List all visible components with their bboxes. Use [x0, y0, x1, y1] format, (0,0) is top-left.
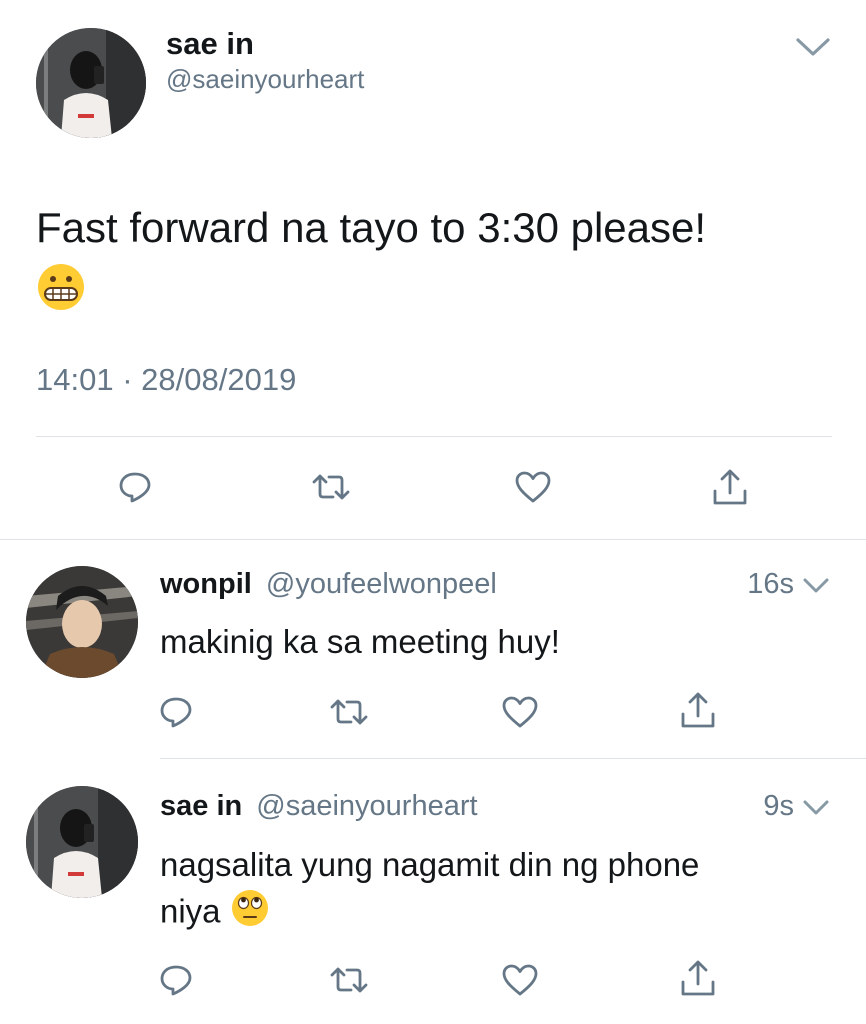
like-icon	[502, 696, 538, 728]
reply-icon	[160, 965, 192, 996]
like-icon	[502, 964, 538, 996]
avatar-image	[36, 28, 146, 138]
divider	[0, 539, 866, 540]
reply-text-line: nagsalita yung nagamit din ng phone	[160, 846, 700, 883]
avatar-image	[26, 786, 138, 898]
like-button[interactable]	[498, 690, 542, 734]
reply-time[interactable]: 16s	[738, 568, 794, 601]
reply-icon	[160, 697, 192, 728]
share-button[interactable]	[676, 688, 720, 732]
timestamp-separator: ·	[122, 362, 133, 397]
reply-author-name[interactable]: sae in	[160, 790, 242, 822]
face-with-rolling-eyes-icon	[230, 888, 270, 940]
reply-text-line: niya	[160, 892, 221, 930]
reply-author-name[interactable]: wonpil	[160, 568, 252, 600]
retweet-button[interactable]	[327, 690, 371, 734]
reply-button[interactable]	[154, 958, 198, 1002]
share-icon	[713, 469, 747, 505]
reply-author-handle[interactable]: @saeinyourheart	[256, 790, 477, 822]
reply-author-handle[interactable]: @youfeelwonpeel	[266, 568, 497, 600]
reply-text: nagsalita yung nagamit din ng phone niya	[160, 842, 850, 940]
tweet-time: 14:01	[36, 362, 114, 397]
reply-time[interactable]: 9s	[738, 790, 794, 823]
reply-header: sae in @saeinyourheart	[160, 790, 478, 823]
avatar-sae-in[interactable]	[36, 28, 146, 138]
reply-menu-chevron-icon[interactable]	[800, 573, 832, 597]
avatar-image	[26, 566, 138, 678]
main-tweet-text-line: Fast forward na tayo to 3:30 please!	[36, 204, 707, 251]
grimacing-face-icon	[36, 262, 86, 326]
main-tweet-timestamp[interactable]: 14:01 · 28/08/2019	[36, 362, 296, 398]
retweet-button[interactable]	[309, 465, 353, 509]
reply-icon	[119, 472, 151, 503]
retweet-button[interactable]	[327, 958, 371, 1002]
like-icon	[515, 471, 551, 503]
reply-menu-chevron-icon[interactable]	[800, 795, 832, 819]
avatar-wonpil[interactable]	[26, 566, 138, 678]
like-button[interactable]	[511, 465, 555, 509]
main-tweet-menu-chevron-icon[interactable]	[792, 32, 834, 60]
avatar-sae-in[interactable]	[26, 786, 138, 898]
main-tweet-text: Fast forward na tayo to 3:30 please!	[36, 200, 836, 326]
main-author-name[interactable]: sae in	[166, 26, 254, 62]
reply-button[interactable]	[113, 465, 157, 509]
reply-header: wonpil @youfeelwonpeel	[160, 568, 497, 601]
like-button[interactable]	[498, 958, 542, 1002]
tweet-date: 28/08/2019	[141, 362, 297, 397]
retweet-icon	[330, 699, 368, 725]
divider	[160, 758, 866, 759]
divider	[36, 436, 832, 437]
share-button[interactable]	[708, 465, 752, 509]
reply-text: makinig ka sa meeting huy!	[160, 623, 560, 660]
retweet-icon	[312, 474, 350, 500]
main-author-handle[interactable]: @saeinyourheart	[166, 64, 364, 95]
retweet-icon	[330, 967, 368, 993]
reply-button[interactable]	[154, 690, 198, 734]
share-icon	[681, 960, 715, 996]
share-button[interactable]	[676, 956, 720, 1000]
share-icon	[681, 692, 715, 728]
